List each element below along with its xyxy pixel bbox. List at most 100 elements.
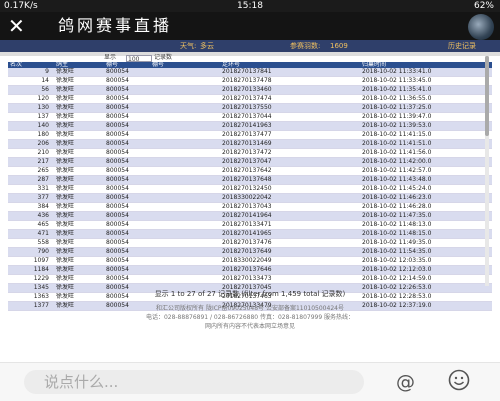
- table-cell: [150, 256, 220, 266]
- table-cell: 137: [8, 112, 54, 122]
- table-cell: 2018270141963: [220, 121, 360, 131]
- table-cell: 2018-10-02 11:47:35.0: [360, 211, 492, 221]
- table-row[interactable]: 210 徐发旺 800054 2018270137472 2018-10-02 11:4…: [8, 148, 492, 158]
- table-cell: 331: [8, 184, 54, 194]
- table-row[interactable]: 180 徐发旺 800054 2018270137477 2018-10-02 11:4…: [8, 130, 492, 140]
- table-cell: 800054: [104, 175, 150, 185]
- table-row[interactable]: 56 徐发旺 800054 2018270133460 2018-10-02 11:35…: [8, 85, 492, 95]
- table-cell: 徐发旺: [54, 85, 104, 95]
- table-row[interactable]: 1097 徐发旺 800054 2018330022049 2018-10-02 12:…: [8, 256, 492, 266]
- table-cell: 徐发旺: [54, 202, 104, 212]
- table-row[interactable]: 377 徐发旺 800054 2018330022042 2018-10-02 11:4…: [8, 193, 492, 203]
- table-cell: 465: [8, 220, 54, 230]
- table-cell: [150, 76, 220, 86]
- comment-input[interactable]: [24, 370, 364, 394]
- app-header: ✕ 鸽网赛事直播: [0, 12, 500, 40]
- table-row[interactable]: 471 徐发旺 800054 2018270141965 2018-10-02 11:4…: [8, 229, 492, 239]
- table-cell: 2018-10-02 12:12:03.0: [360, 265, 492, 275]
- table-cell: 800054: [104, 68, 150, 77]
- table-cell: 2018270133471: [220, 220, 360, 230]
- table-cell: 徐发旺: [54, 265, 104, 275]
- table-row[interactable]: 206 徐发旺 800054 2018270131469 2018-10-02 11:4…: [8, 139, 492, 149]
- table-row[interactable]: 287 徐发旺 800054 2018270137648 2018-10-02 11:4…: [8, 175, 492, 185]
- table-cell: 2018270137649: [220, 247, 360, 257]
- table-cell: 436: [8, 211, 54, 221]
- table-cell: 800054: [104, 238, 150, 248]
- table-cell: 800054: [104, 229, 150, 239]
- table-cell: 2018-10-02 12:03:35.0: [360, 256, 492, 266]
- table-cell: [150, 184, 220, 194]
- records-summary: 显示 1 to 27 of 27 记录数 (filter from 1,459 …: [154, 290, 346, 298]
- table-cell: 徐发旺: [54, 193, 104, 203]
- table-row[interactable]: 558 徐发旺 800054 2018270137476 2018-10-02 11:4…: [8, 238, 492, 248]
- table-cell: 384: [8, 202, 54, 212]
- table-row[interactable]: 384 徐发旺 800054 2018270137043 2018-10-02 11:4…: [8, 202, 492, 212]
- table-row[interactable]: 130 徐发旺 800054 2018270137550 2018-10-02 11:3…: [8, 103, 492, 113]
- page-size-select[interactable]: 100: [126, 55, 152, 63]
- table-cell: 2018270141964: [220, 211, 360, 221]
- footer-contact: 电话：028-88876891 / 028-86726880 传真：028-81…: [145, 314, 355, 321]
- weather-label: 天气:: [180, 42, 197, 50]
- table-cell: 2018-10-02 11:46:23.0: [360, 193, 492, 203]
- table-cell: 2018-10-02 11:39:47.0: [360, 112, 492, 122]
- table-cell: 800054: [104, 85, 150, 95]
- table-cell: 2018-10-02 11:36:55.0: [360, 94, 492, 104]
- table-cell: 287: [8, 175, 54, 185]
- table-row[interactable]: 9 徐发旺 800054 2018270137841 2018-10-02 11:33:…: [8, 68, 492, 77]
- table-row[interactable]: 217 徐发旺 800054 2018270137047 2018-10-02 11:4…: [8, 157, 492, 167]
- table-cell: 210: [8, 148, 54, 158]
- table-cell: 800054: [104, 76, 150, 86]
- table-cell: 2018-10-02 12:14:59.0: [360, 274, 492, 284]
- table-cell: 1184: [8, 265, 54, 275]
- table-cell: 徐发旺: [54, 148, 104, 158]
- table-row[interactable]: 120 徐发旺 800054 2018270137474 2018-10-02 11:3…: [8, 94, 492, 104]
- table-cell: 56: [8, 85, 54, 95]
- scrollbar[interactable]: [485, 56, 489, 286]
- table-row[interactable]: 14 徐发旺 800054 2018270137478 2018-10-02 11:33…: [8, 76, 492, 86]
- table-row[interactable]: 137 徐发旺 800054 2018270137044 2018-10-02 11:3…: [8, 112, 492, 122]
- table-cell: 1097: [8, 256, 54, 266]
- table-cell: 140: [8, 121, 54, 131]
- table-cell: 2018270133460: [220, 85, 360, 95]
- table-cell: 180: [8, 130, 54, 140]
- table-cell: 2018270132450: [220, 184, 360, 194]
- table-cell: 265: [8, 166, 54, 176]
- table-cell: 2018270137043: [220, 202, 360, 212]
- table-cell: 2018-10-02 11:54:35.0: [360, 247, 492, 257]
- table-cell: 800054: [104, 112, 150, 122]
- table-row[interactable]: 465 徐发旺 800054 2018270133471 2018-10-02 11:4…: [8, 220, 492, 230]
- table-row[interactable]: 265 徐发旺 800054 2018270137642 2018-10-02 11:4…: [8, 166, 492, 176]
- table-cell: 2018270137472: [220, 148, 360, 158]
- table-row[interactable]: 1184 徐发旺 800054 2018270137646 2018-10-02 12:…: [8, 265, 492, 275]
- mention-icon[interactable]: @: [396, 371, 415, 393]
- table-cell: 800054: [104, 193, 150, 203]
- table-cell: 徐发旺: [54, 68, 104, 77]
- emoji-icon[interactable]: [448, 369, 470, 391]
- table-cell: [150, 112, 220, 122]
- table-row[interactable]: 331 徐发旺 800054 2018270132450 2018-10-02 11:4…: [8, 184, 492, 194]
- table-cell: [150, 229, 220, 239]
- table-cell: 徐发旺: [54, 76, 104, 86]
- table-row[interactable]: 790 徐发旺 800054 2018270137649 2018-10-02 11:5…: [8, 247, 492, 257]
- table-cell: 徐发旺: [54, 220, 104, 230]
- avatar[interactable]: [468, 14, 494, 40]
- scrollbar-thumb[interactable]: [485, 56, 489, 136]
- table-cell: 2018-10-02 11:49:35.0: [360, 238, 492, 248]
- table-row[interactable]: 1229 徐发旺 800054 2018270133473 2018-10-02 12:…: [8, 274, 492, 284]
- table-cell: 徐发旺: [54, 157, 104, 167]
- table-cell: 800054: [104, 220, 150, 230]
- table-row[interactable]: 436 徐发旺 800054 2018270141964 2018-10-02 11:4…: [8, 211, 492, 221]
- table-cell: [150, 247, 220, 257]
- table-row[interactable]: 140 徐发旺 800054 2018270141963 2018-10-02 11:3…: [8, 121, 492, 131]
- table-cell: 800054: [104, 94, 150, 104]
- table-cell: [150, 274, 220, 284]
- table-cell: 2018270131469: [220, 139, 360, 149]
- history-link[interactable]: 历史记录: [448, 40, 476, 52]
- table-cell: 800054: [104, 184, 150, 194]
- status-bar: 0.17K/s 15:18 62%: [0, 0, 500, 12]
- table-cell: 徐发旺: [54, 238, 104, 248]
- close-icon[interactable]: ✕: [8, 14, 25, 38]
- table-cell: [150, 193, 220, 203]
- table-cell: [150, 157, 220, 167]
- table-body: 9 徐发旺 800054 2018270137841 2018-10-02 11:33:…: [8, 68, 492, 311]
